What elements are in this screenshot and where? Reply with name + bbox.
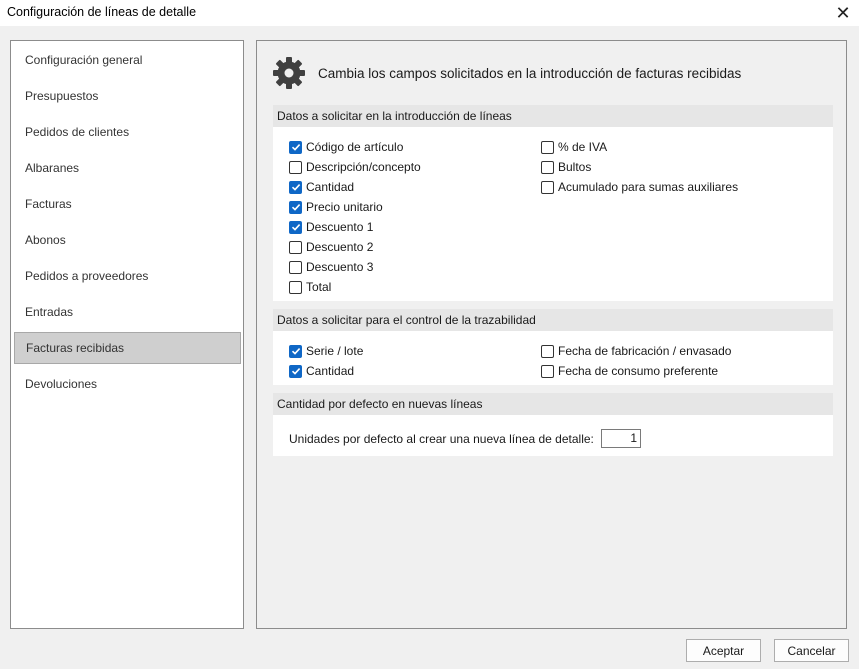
units-input[interactable]: 1 (601, 429, 641, 448)
sidebar-item-devoluciones[interactable]: Devoluciones (14, 368, 241, 400)
checkbox-label: Código de artículo (306, 140, 404, 154)
checkbox-bultos[interactable]: Bultos (541, 158, 591, 176)
check-icon (291, 368, 300, 375)
sidebar-item-label: Entradas (25, 305, 74, 319)
section-title: Datos a solicitar para el control de la … (273, 309, 833, 331)
section-default-quantity: Cantidad por defecto en nuevas líneas Un… (273, 393, 833, 456)
checkbox-label: Cantidad (306, 180, 355, 194)
sidebar-item-label: Facturas recibidas (26, 341, 125, 355)
checkbox-label: Descuento 2 (306, 240, 374, 254)
checkbox-label: Descuento 1 (306, 220, 374, 234)
checkbox-iva[interactable]: % de IVA (541, 138, 607, 156)
sidebar: Configuración general Presupuestos Pedid… (10, 40, 244, 629)
checkbox-label: Precio unitario (306, 200, 383, 214)
checkbox-box (541, 140, 554, 154)
panel-header-text: Cambia los campos solicitados en la intr… (318, 65, 742, 81)
check-icon (291, 144, 300, 151)
sidebar-item-entradas[interactable]: Entradas (14, 296, 241, 328)
check-icon (291, 184, 300, 191)
checkbox-box (289, 220, 302, 234)
checkbox-box (289, 280, 302, 294)
checkbox-box (289, 344, 302, 358)
units-label: Unidades por defecto al crear una nueva … (289, 432, 594, 446)
sidebar-item-pedidos-a-proveedores[interactable]: Pedidos a proveedores (14, 260, 241, 292)
check-icon (291, 348, 300, 355)
checkbox-acumulado[interactable]: Acumulado para sumas auxiliares (541, 178, 738, 196)
window-title: Configuración de líneas de detalle (7, 5, 197, 19)
cancel-button[interactable]: Cancelar (774, 639, 849, 662)
sidebar-item-abonos[interactable]: Abonos (14, 224, 241, 256)
checkbox-box (289, 180, 302, 194)
sidebar-item-albaranes[interactable]: Albaranes (14, 152, 241, 184)
sidebar-item-label: Pedidos a proveedores (25, 269, 149, 283)
checkbox-box (541, 344, 554, 358)
checkbox-label: Descripción/concepto (306, 160, 421, 174)
sidebar-item-facturas-recibidas[interactable]: Facturas recibidas (14, 332, 241, 364)
section-title: Cantidad por defecto en nuevas líneas (273, 393, 833, 415)
sidebar-item-label: Facturas (25, 197, 72, 211)
sidebar-item-configuracion-general[interactable]: Configuración general (14, 44, 241, 76)
checkbox-serie-lote[interactable]: Serie / lote (289, 342, 363, 360)
gear-icon (273, 57, 305, 89)
sidebar-item-facturas[interactable]: Facturas (14, 188, 241, 220)
checkbox-label: Fecha de consumo preferente (558, 364, 719, 378)
accept-button[interactable]: Aceptar (686, 639, 761, 662)
section-line-fields: Datos a solicitar en la introducción de … (273, 105, 833, 301)
checkbox-label: Bultos (558, 160, 592, 174)
checkbox-box (541, 160, 554, 174)
section-title: Datos a solicitar en la introducción de … (273, 105, 833, 127)
checkbox-box (289, 364, 302, 378)
checkbox-box (541, 180, 554, 194)
section-traceability: Datos a solicitar para el control de la … (273, 309, 833, 385)
checkbox-precio-unitario[interactable]: Precio unitario (289, 198, 383, 216)
checkbox-total[interactable]: Total (289, 278, 331, 296)
checkbox-cantidad[interactable]: Cantidad (289, 178, 354, 196)
check-icon (291, 224, 300, 231)
checkbox-descuento-2[interactable]: Descuento 2 (289, 238, 373, 256)
checkbox-label: Total (306, 280, 332, 294)
checkbox-label: Fecha de fabricación / envasado (558, 344, 732, 358)
checkbox-box (289, 160, 302, 174)
close-icon[interactable]: ✕ (827, 0, 859, 26)
title-bar: Configuración de líneas de detalle ✕ (0, 0, 859, 26)
sidebar-item-presupuestos[interactable]: Presupuestos (14, 80, 241, 112)
checkbox-box (289, 240, 302, 254)
sidebar-item-label: Albaranes (25, 161, 80, 175)
sidebar-item-label: Configuración general (25, 53, 143, 67)
checkbox-fecha-fabricacion[interactable]: Fecha de fabricación / envasado (541, 342, 731, 360)
checkbox-descripcion-concepto[interactable]: Descripción/concepto (289, 158, 421, 176)
checkbox-fecha-consumo[interactable]: Fecha de consumo preferente (541, 362, 718, 380)
sidebar-item-pedidos-de-clientes[interactable]: Pedidos de clientes (14, 116, 241, 148)
checkbox-label: Descuento 3 (306, 260, 374, 274)
sidebar-item-label: Devoluciones (25, 377, 98, 391)
checkbox-box (289, 140, 302, 154)
checkbox-codigo-articulo[interactable]: Código de artículo (289, 138, 403, 156)
panel-header: Cambia los campos solicitados en la intr… (272, 55, 741, 91)
check-icon (291, 204, 300, 211)
checkbox-descuento-3[interactable]: Descuento 3 (289, 258, 373, 276)
checkbox-box (289, 260, 302, 274)
sidebar-item-label: Pedidos de clientes (25, 125, 130, 139)
sidebar-item-label: Presupuestos (25, 89, 99, 103)
checkbox-box (541, 364, 554, 378)
main-panel: Cambia los campos solicitados en la intr… (256, 40, 847, 629)
checkbox-label: Cantidad (306, 364, 355, 378)
checkbox-traza-cantidad[interactable]: Cantidad (289, 362, 354, 380)
sidebar-item-label: Abonos (25, 233, 66, 247)
checkbox-label: Acumulado para sumas auxiliares (558, 180, 739, 194)
checkbox-box (289, 200, 302, 214)
checkbox-label: Serie / lote (306, 344, 364, 358)
checkbox-descuento-1[interactable]: Descuento 1 (289, 218, 373, 236)
checkbox-label: % de IVA (558, 140, 608, 154)
